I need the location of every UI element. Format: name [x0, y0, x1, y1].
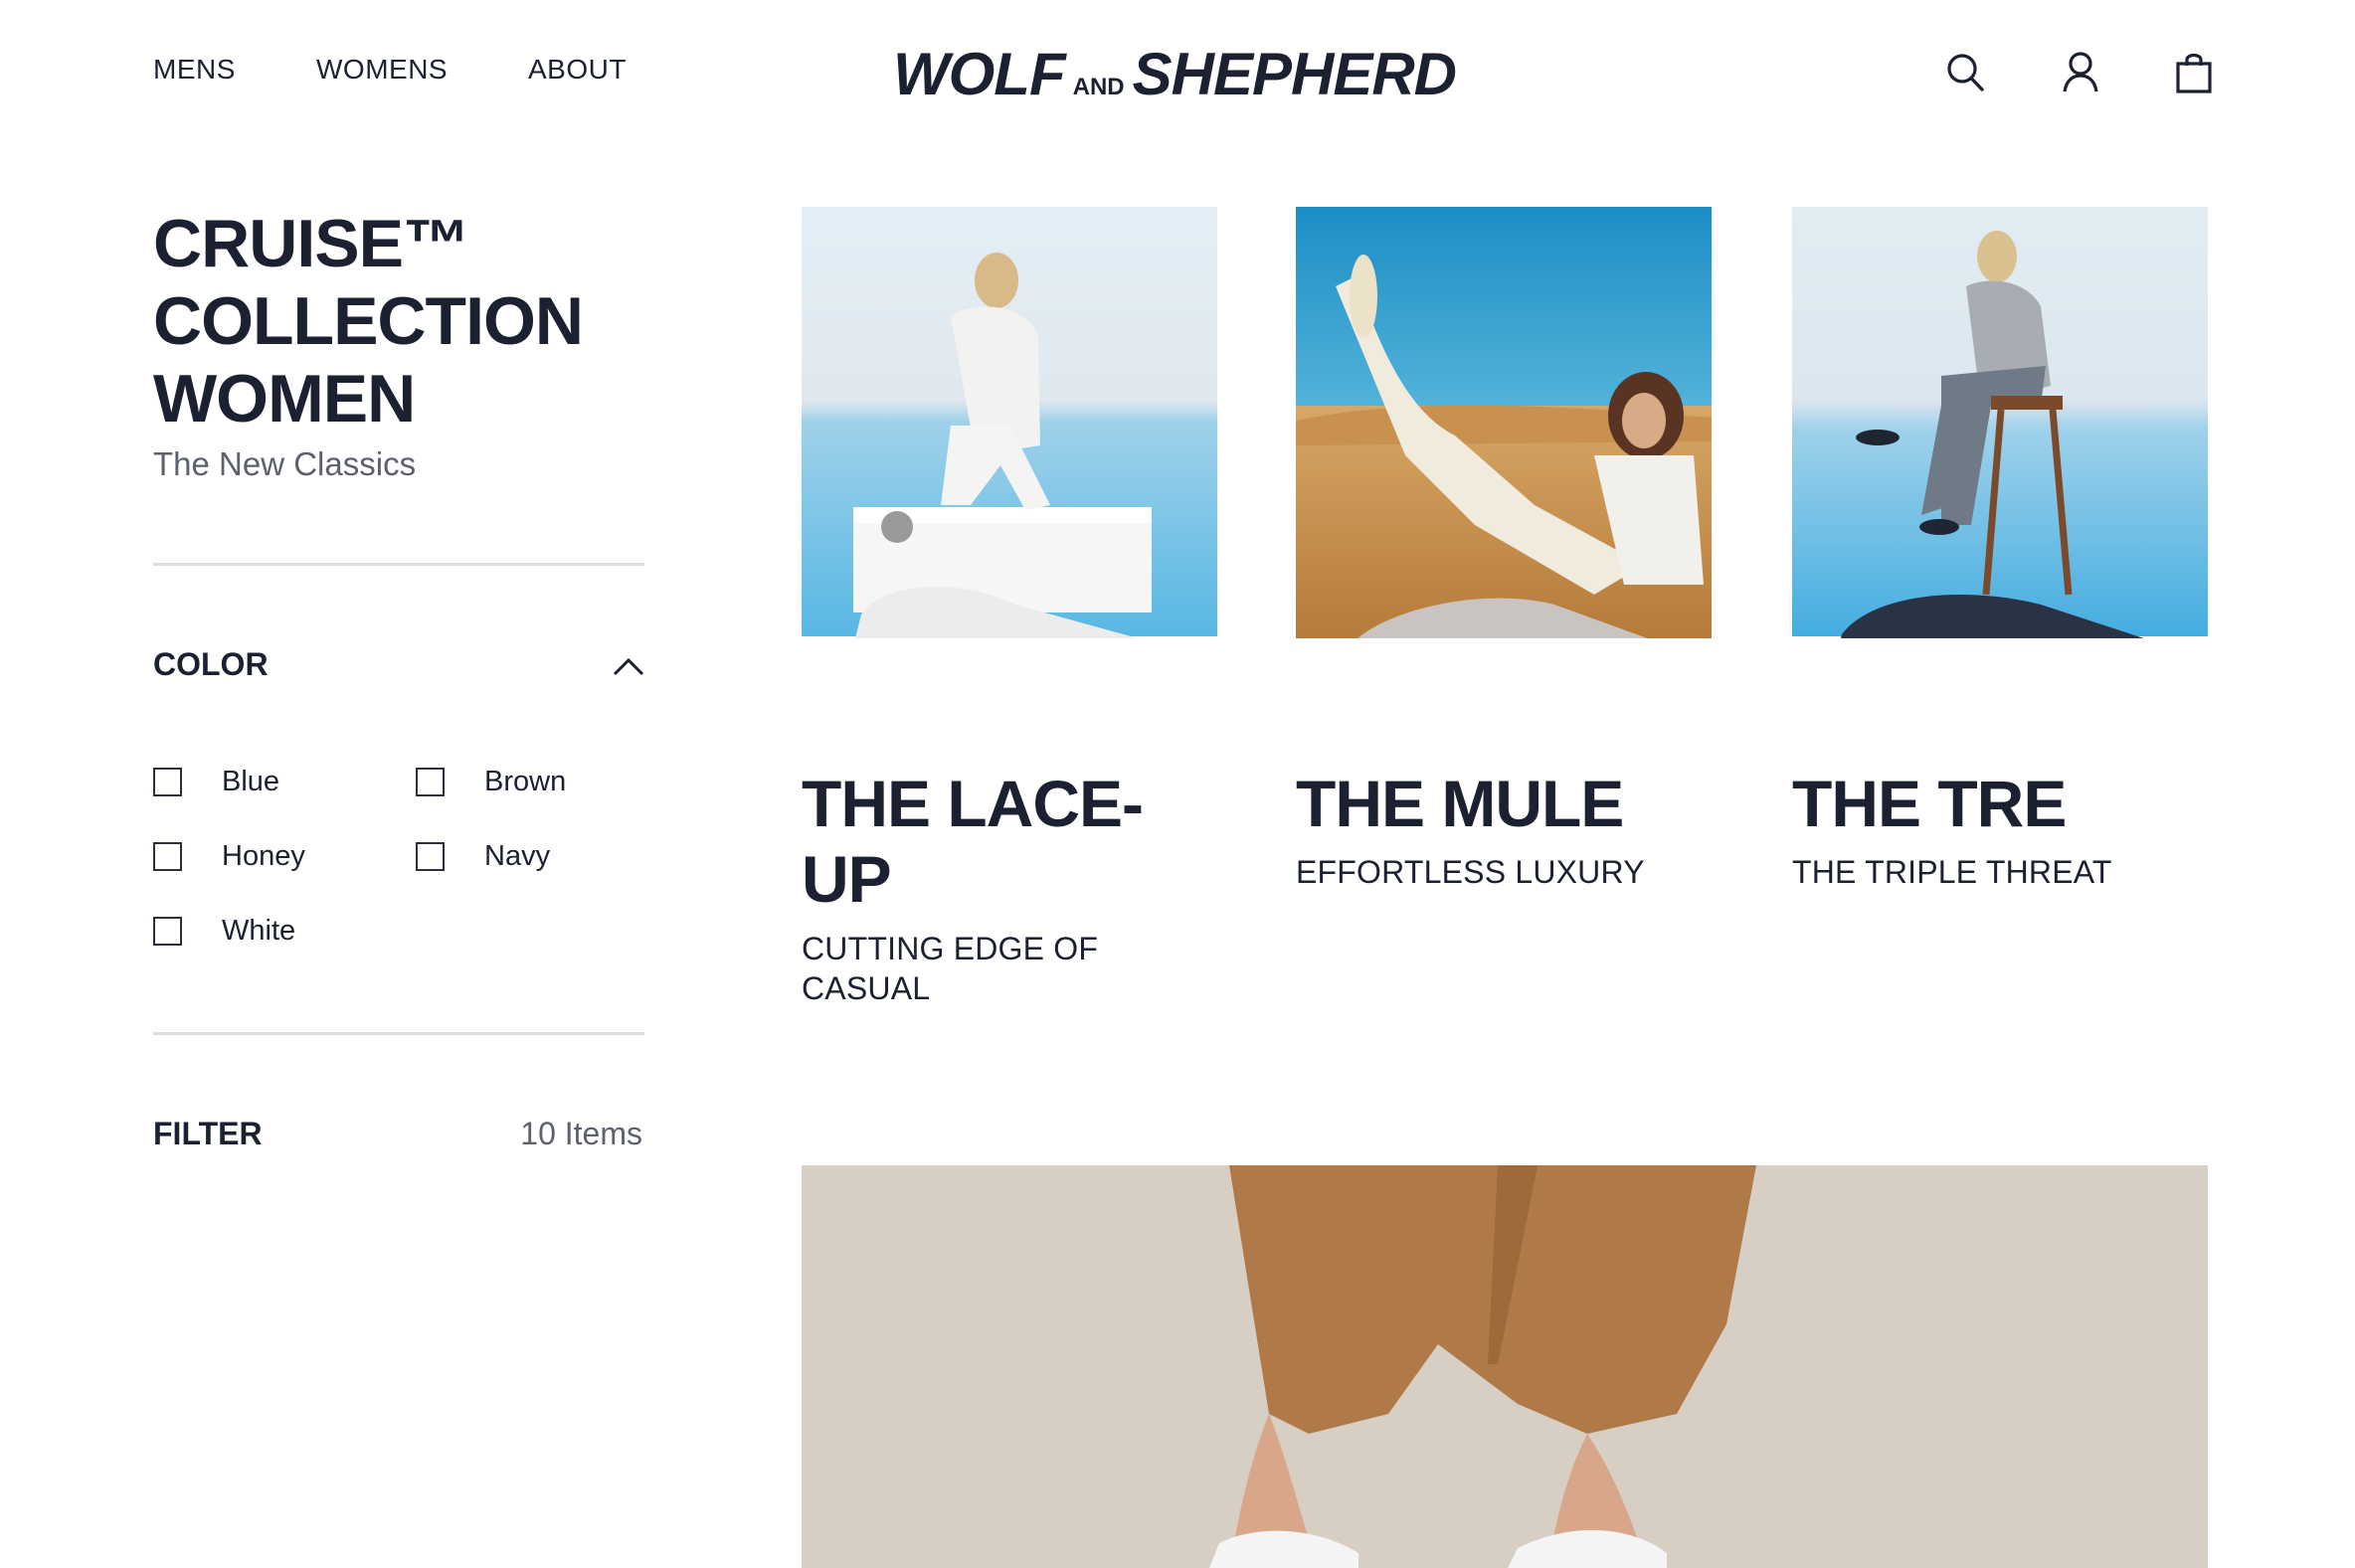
chevron-up-icon[interactable] [609, 650, 648, 680]
featured-lifestyle-image[interactable] [802, 1165, 2208, 1568]
product-title-line: THE LACE- [802, 767, 1144, 840]
product-tagline-lace-up: CUTTING EDGE OF CASUAL [802, 929, 1098, 1008]
color-option-blue[interactable]: Blue [153, 764, 279, 799]
product-tagline-tre: THE TRIPLE THREAT [1792, 854, 2112, 890]
checkbox[interactable] [153, 916, 182, 946]
checkbox[interactable] [153, 767, 182, 796]
brand-logo[interactable]: WOLF AND SHEPHERD [893, 40, 1457, 109]
account-icon[interactable] [2059, 50, 2102, 95]
nav-mens[interactable]: MENS [153, 54, 236, 86]
color-filter-heading[interactable]: COLOR [153, 646, 269, 683]
product-title-line: UP [802, 842, 892, 916]
collection-title-line: COLLECTION [153, 283, 584, 359]
color-option-label: Brown [484, 765, 567, 797]
product-tagline-line: CUTTING EDGE OF [802, 931, 1099, 966]
color-option-label: Honey [222, 839, 305, 872]
color-option-label: White [222, 914, 296, 947]
divider [153, 1032, 644, 1035]
color-option-honey[interactable]: Honey [153, 838, 305, 874]
color-option-brown[interactable]: Brown [416, 764, 566, 799]
logo-word-wolf: WOLF [893, 41, 1066, 107]
color-option-label: Blue [222, 765, 280, 797]
collection-subtitle: The New Classics [153, 445, 417, 482]
product-title-lace-up[interactable]: THE LACE- UP [802, 766, 1199, 917]
logo-word-shepherd: SHEPHERD [1132, 41, 1457, 107]
product-image-lace-up[interactable] [802, 207, 1217, 638]
nav-about[interactable]: ABOUT [528, 54, 627, 86]
product-title-tre[interactable]: THE TRE [1792, 766, 2190, 841]
checkbox[interactable] [153, 841, 182, 871]
collection-title-line: CRUISE™ [153, 206, 470, 281]
product-title-mule[interactable]: THE MULE [1296, 766, 1694, 841]
color-option-label: Navy [484, 839, 551, 872]
product-image-tre[interactable] [1792, 207, 2208, 638]
color-option-navy[interactable]: Navy [416, 838, 550, 874]
color-option-white[interactable]: White [153, 913, 295, 949]
product-tagline-mule: EFFORTLESS LUXURY [1296, 854, 1645, 890]
checkbox[interactable] [416, 767, 445, 796]
collection-title: CRUISE™ COLLECTION WOMEN [153, 205, 670, 437]
product-tagline-line: CASUAL [802, 970, 931, 1006]
item-count: 10 Items [520, 1116, 642, 1151]
bag-icon[interactable] [2172, 50, 2216, 95]
search-icon[interactable] [1944, 50, 1988, 95]
product-image-mule[interactable] [1296, 207, 1712, 638]
nav-womens[interactable]: WOMENS [316, 54, 448, 86]
collection-title-line: WOMEN [153, 361, 416, 436]
filter-button[interactable]: FILTER [153, 1116, 263, 1152]
checkbox[interactable] [416, 841, 445, 871]
divider [153, 563, 644, 566]
logo-word-and: AND [1072, 74, 1125, 100]
